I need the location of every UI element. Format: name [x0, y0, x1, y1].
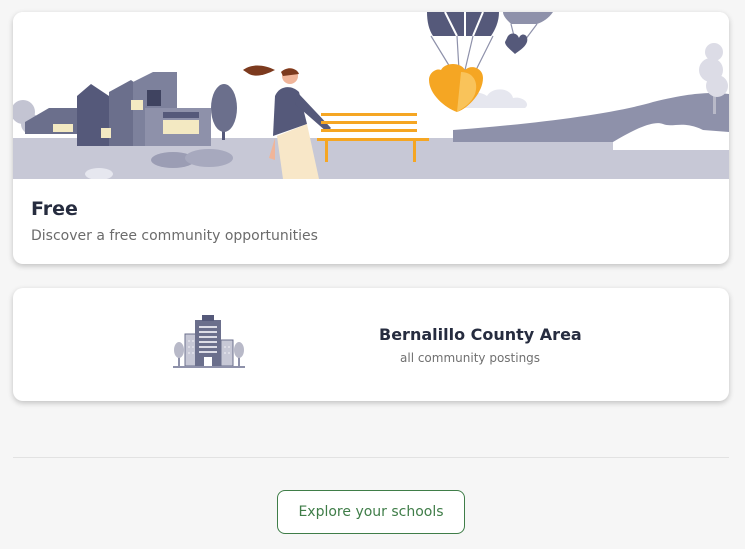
section-divider: [13, 457, 729, 458]
free-opportunities-card[interactable]: Free Discover a free community opportuni…: [13, 12, 729, 264]
building-icon: [173, 315, 245, 368]
card-description: Discover a free community opportunities: [31, 228, 318, 244]
explore-schools-button[interactable]: Explore your schools: [277, 490, 465, 534]
county-area-card[interactable]: Bernalillo County Area all community pos…: [13, 288, 729, 401]
community-park-illustration: [13, 12, 729, 179]
area-subtitle: all community postings: [400, 351, 541, 365]
card-title: Free: [31, 198, 78, 220]
area-title: Bernalillo County Area: [379, 325, 582, 344]
